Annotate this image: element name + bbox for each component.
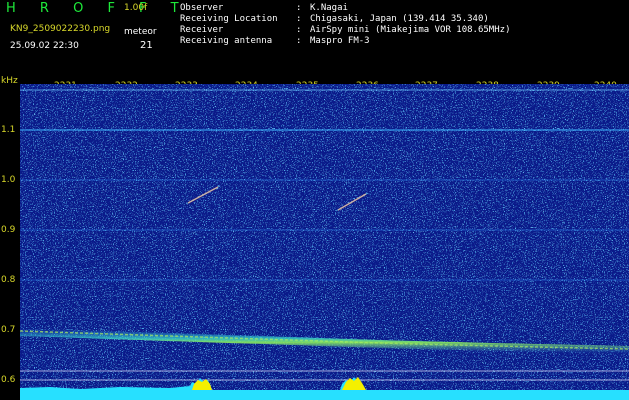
info-row-antenna: Receiving antenna: Maspro FM-3: [180, 36, 510, 47]
info-key: Receiving antenna: [180, 36, 273, 46]
freq-label: 1.1: [1, 125, 16, 135]
freq-label: 0.9: [1, 225, 16, 235]
app-title: H R O F F T: [6, 1, 189, 16]
info-value: K.Nagai: [310, 3, 348, 13]
info-separator: :: [296, 25, 302, 35]
y-axis-unit: kHz: [1, 76, 18, 86]
info-value: Maspro FM-3: [310, 36, 370, 46]
info-key: Receiver: [180, 25, 224, 35]
meteor-label: meteor: [124, 27, 157, 37]
freq-label: 1.0: [1, 175, 16, 185]
date-time: 25.09.02 22:30: [10, 41, 79, 51]
header-panel: H R O F F T 1.00f KN9_2509022230.png met…: [0, 0, 629, 76]
info-row-observer: Observer: K.Nagai: [180, 3, 510, 14]
spectrogram-display: [20, 84, 629, 400]
file-name: KN9_2509022230.png: [10, 24, 111, 34]
info-key: Observer: [180, 3, 224, 13]
meteor-count: 21: [140, 40, 153, 51]
info-value: Chigasaki, Japan (139.414 35.340): [310, 14, 489, 24]
signal-level-bar: [20, 390, 629, 400]
noise-layer-fine: [20, 84, 629, 400]
station-info: Observer: K.Nagai Receiving Location: Chig…: [180, 3, 510, 47]
info-separator: :: [296, 14, 302, 24]
freq-label: 0.8: [1, 275, 16, 285]
info-key: Receiving Location: [180, 14, 278, 24]
info-value: AirSpy mini (Miakejima VOR 108.65MHz): [310, 25, 511, 35]
info-separator: :: [296, 36, 302, 46]
freq-label: 0.6: [1, 375, 16, 385]
info-row-location: Receiving Location: Chigasaki, Japan (139…: [180, 14, 510, 25]
info-separator: :: [296, 3, 302, 13]
app-version: 1.00f: [124, 3, 148, 13]
info-row-receiver: Receiver: AirSpy mini (Miakejima VOR 108.…: [180, 25, 510, 36]
freq-label: 0.7: [1, 325, 16, 335]
